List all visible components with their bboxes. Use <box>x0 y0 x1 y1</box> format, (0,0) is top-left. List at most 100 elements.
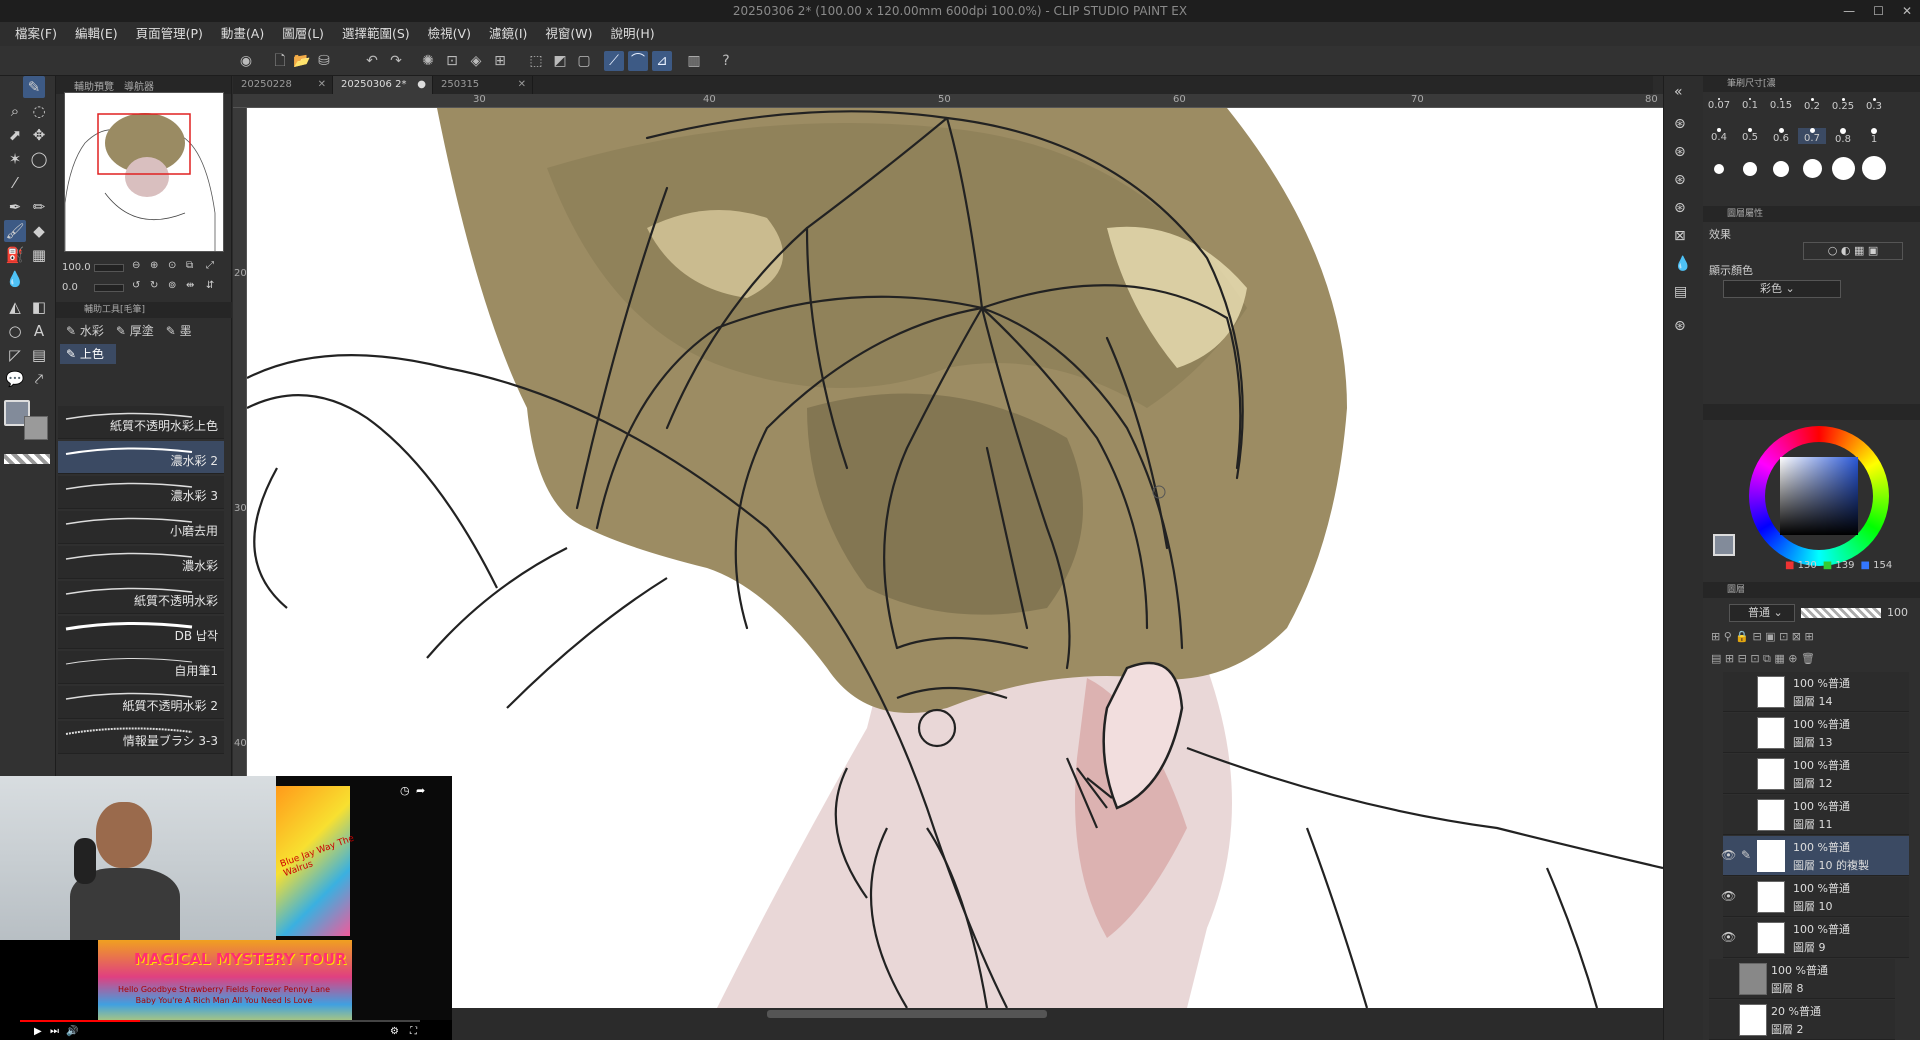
item-bank-icon[interactable]: ▤ <box>1674 284 1687 300</box>
brush-icon[interactable]: 🖌 <box>4 220 26 242</box>
brush-size-option[interactable]: 0.6 <box>1767 128 1795 144</box>
brush-size-option[interactable] <box>1705 164 1733 174</box>
move-icon[interactable]: ✥ <box>28 124 50 146</box>
save-icon[interactable]: ⛁ <box>314 51 334 71</box>
history-icon[interactable]: ⊠ <box>1674 228 1686 244</box>
ruler-snap-icon[interactable]: ⟋ <box>604 51 624 71</box>
pencil-icon[interactable]: ✏ <box>28 196 50 218</box>
magic-wand-icon[interactable]: ✶ <box>4 148 26 170</box>
brush-size-option[interactable]: 0.1 <box>1736 98 1764 111</box>
opacity-value[interactable]: 100 <box>1887 606 1908 619</box>
horizontal-scrollbar[interactable] <box>247 1008 1663 1020</box>
group-coloring[interactable]: ✎ 上色 <box>60 344 116 364</box>
menu-layer[interactable]: 圖層(L) <box>273 22 333 46</box>
brush-size-option[interactable]: 0.4 <box>1705 128 1733 143</box>
open-file-icon[interactable]: 📂 <box>292 51 312 71</box>
special-ruler-snap-icon[interactable]: ⌒ <box>628 51 648 71</box>
brush-size-option[interactable]: 0.7 <box>1798 128 1826 144</box>
fill-bucket-icon[interactable]: ◭ <box>4 296 26 318</box>
redo-icon[interactable]: ↷ <box>386 51 406 71</box>
material-icon[interactable]: ⊛ <box>1674 116 1686 132</box>
brush-size-option[interactable]: 0.2 <box>1798 98 1826 112</box>
balloon-icon[interactable]: 💬 <box>4 368 26 390</box>
deselect-icon[interactable]: ⬚ <box>526 51 546 71</box>
close-icon[interactable]: ✕ <box>1902 0 1912 22</box>
drawing-canvas[interactable] <box>247 108 1663 1008</box>
cut-icon[interactable]: ⊡ <box>442 51 462 71</box>
material-icon[interactable]: ⊛ <box>1674 172 1686 188</box>
invert-selection-icon[interactable]: ◩ <box>550 51 570 71</box>
maximize-icon[interactable]: ☐ <box>1873 0 1884 22</box>
list-item[interactable]: DB 납작 <box>58 616 224 649</box>
selection-icon[interactable]: ◯ <box>28 148 50 170</box>
brush-size-option[interactable]: 0.5 <box>1736 128 1764 143</box>
decoration-icon[interactable]: ▦ <box>28 244 50 266</box>
blend-icon[interactable]: 💧 <box>4 268 26 290</box>
group-watercolor[interactable]: ✎ 水彩 <box>66 322 104 340</box>
display-color-select[interactable]: 彩色 ⌄ <box>1723 280 1841 298</box>
next-icon[interactable]: ⏭ <box>50 1026 59 1037</box>
share-icon[interactable]: ➦ <box>416 784 425 797</box>
list-item[interactable]: 紙質不透明水彩上色 <box>58 406 224 439</box>
blend-mode-select[interactable]: 普通 ⌄ <box>1729 604 1795 622</box>
color-icon[interactable]: ▥ <box>684 51 704 71</box>
menu-page[interactable]: 頁面管理(P) <box>127 22 212 46</box>
tab-document-3[interactable]: 250315 ✕ <box>433 76 533 94</box>
frame-icon[interactable]: ◸ <box>4 344 26 366</box>
transform-icon[interactable]: ⊞ <box>490 51 510 71</box>
menu-edit[interactable]: 編輯(E) <box>66 22 127 46</box>
main-color-swatch[interactable] <box>1713 534 1735 556</box>
menu-selection[interactable]: 選擇範圍(S) <box>333 22 419 46</box>
rotate-value[interactable]: 0.0 <box>62 282 78 293</box>
fill-icon[interactable]: ◈ <box>466 51 486 71</box>
selection-border-icon[interactable]: ▢ <box>574 51 594 71</box>
brush-size-option[interactable]: 0.07 <box>1705 98 1733 111</box>
visibility-eye-icon[interactable]: 👁 <box>1721 848 1736 862</box>
operation-icon[interactable]: ⬈ <box>4 124 26 146</box>
minimize-icon[interactable]: — <box>1843 0 1855 22</box>
navigator-thumbnail[interactable] <box>64 92 224 252</box>
group-thick-paint[interactable]: ✎ 厚塗 <box>116 322 154 340</box>
brush-size-option[interactable] <box>1767 161 1795 177</box>
scrollbar-thumb[interactable] <box>767 1010 1047 1018</box>
brush-size-option[interactable] <box>1798 159 1826 178</box>
tab-document-1[interactable]: 20250228 ✕ <box>233 76 333 94</box>
flip-vertical-icon[interactable]: ⇵ <box>206 280 214 291</box>
help-icon[interactable]: ? <box>716 51 736 71</box>
menu-filter[interactable]: 濾鏡(I) <box>480 22 536 46</box>
table-row[interactable]: 100 %普通 圖層 13 <box>1723 713 1909 753</box>
table-row[interactable]: 20 %普通 圖層 2 <box>1709 1000 1895 1040</box>
transparent-color-swatch[interactable] <box>4 454 50 464</box>
actual-size-icon[interactable]: ⊙ <box>168 260 176 271</box>
material-icon[interactable]: ⊛ <box>1674 144 1686 160</box>
brush-size-option[interactable] <box>1860 156 1888 180</box>
tab-navigator[interactable]: 導航器 <box>124 78 154 93</box>
ruler-icon[interactable]: ▤ <box>28 344 50 366</box>
material-icon[interactable]: ⊛ <box>1674 318 1686 334</box>
zoom-icon[interactable]: ⌕ <box>4 100 26 122</box>
brush-size-option[interactable]: 0.25 <box>1829 98 1857 112</box>
eraser-icon[interactable]: ◆ <box>28 220 50 242</box>
menu-window[interactable]: 視窗(W) <box>536 22 601 46</box>
modified-dot-icon[interactable]: ● <box>417 76 426 94</box>
reset-rotation-icon[interactable]: ⊚ <box>168 280 176 291</box>
visibility-eye-icon[interactable]: 👁 <box>1721 889 1736 903</box>
color-wheel[interactable] <box>1749 426 1889 566</box>
menu-view[interactable]: 檢視(V) <box>419 22 480 46</box>
table-row[interactable]: 👁 100 %普通 圖層 9 <box>1721 918 1909 958</box>
list-item[interactable]: 紙質不透明水彩 2 <box>58 686 224 719</box>
play-icon[interactable]: ▶ <box>34 1026 42 1037</box>
figure-icon[interactable]: ○ <box>4 320 26 342</box>
menu-file[interactable]: 檔案(F) <box>6 22 66 46</box>
table-row[interactable]: 100 %普通 圖層 11 <box>1723 795 1909 835</box>
opacity-slider[interactable] <box>1801 608 1881 618</box>
text-icon[interactable]: A <box>28 320 50 342</box>
rotate-right-icon[interactable]: ↻ <box>150 280 158 291</box>
list-item[interactable]: 小磨去用 <box>58 511 224 544</box>
lasso-icon[interactable]: ◌ <box>28 100 50 122</box>
close-tab-icon[interactable]: ✕ <box>318 76 326 94</box>
table-row[interactable]: 100 %普通 圖層 14 <box>1723 672 1909 712</box>
collapse-panel-icon[interactable]: « <box>1674 84 1683 100</box>
table-row[interactable]: 100 %普通 圖層 12 <box>1723 754 1909 794</box>
flip-horizontal-icon[interactable]: ⇹ <box>186 280 194 291</box>
